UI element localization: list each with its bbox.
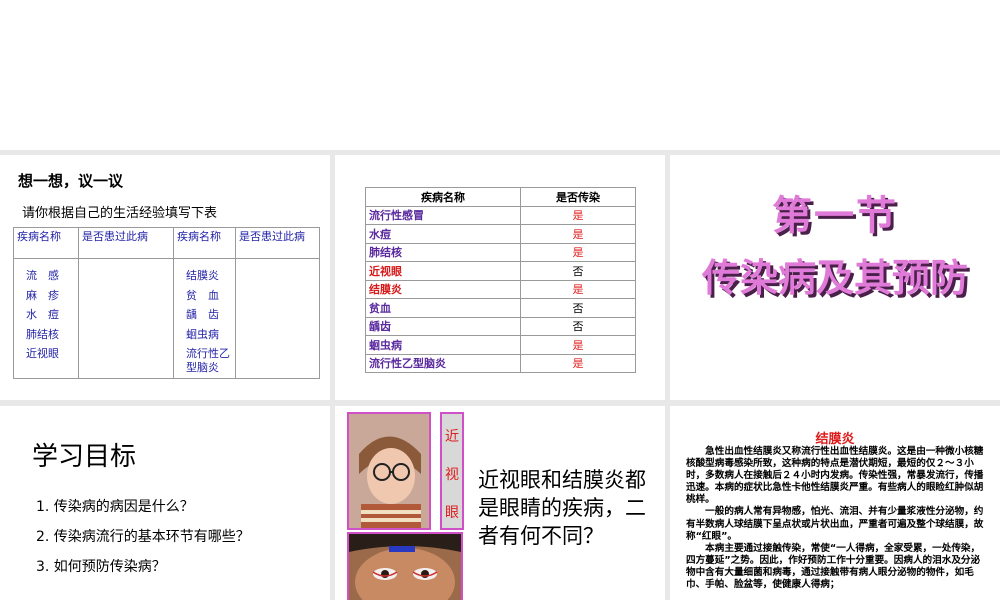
myopia-label-strip: 近 视 眼 xyxy=(440,412,464,530)
disease-name: 近视眼 xyxy=(365,261,521,281)
disease-name: 龋齿 xyxy=(365,316,521,336)
contagious-value: 是 xyxy=(520,353,636,373)
contagious-value: 否 xyxy=(520,261,636,281)
slide-5-thumbnail[interactable]: 近 视 眼 近视眼和结膜炎都是眼睛的疾病，二者有何不同？ xyxy=(335,406,665,600)
contagious-table: 疾病名称 是否传染 流行性感冒是 水痘是 肺结核是 近视眼否 结膜炎是 贫血否 … xyxy=(365,187,636,373)
disease-list-left: 流 感 麻 疹 水 痘 肺结核 近视眼 xyxy=(13,258,79,379)
disease-name: 结膜炎 xyxy=(365,279,521,299)
list-item: 流行性乙型脑炎 xyxy=(186,347,230,374)
disease-name: 水痘 xyxy=(365,224,521,244)
section-number: 第一节 xyxy=(772,192,898,239)
conjunctivitis-text: 急性出血性结膜炎又称流行性出血性结膜炎。这是由一种微小核糖核酸型病毒感染所致，这… xyxy=(686,446,986,591)
table-row: 流行性感冒是 xyxy=(365,205,636,225)
answer-cell xyxy=(78,258,174,379)
table-row: 蛔虫病是 xyxy=(365,335,636,355)
blank-area xyxy=(0,0,1000,150)
section-title: 传染病及其预防 xyxy=(701,255,968,300)
disease-name: 流行性乙型脑炎 xyxy=(365,353,521,373)
table-header: 疾病名称 xyxy=(365,187,521,207)
table-header: 是否患过此病 xyxy=(78,227,174,259)
list-item: 蛔虫病 xyxy=(186,327,219,341)
slide-title: 想一想，议一议 xyxy=(18,172,124,190)
disease-name: 流行性感冒 xyxy=(365,205,521,225)
list-item: 流 感 xyxy=(26,269,59,282)
paragraph: 一般的病人常有异物感，怕光、流泪、并有少量浆液性分泌物，约有半数病人球结膜下呈点… xyxy=(686,506,984,542)
list-item: 龋 齿 xyxy=(186,308,219,321)
slide-1-thumbnail[interactable]: 想一想，议一议 请你根据自己的生活经验填写下表 疾病名称 是否患过此病 疾病名称… xyxy=(0,155,330,400)
question-item: 2. 传染病流行的基本环节有哪些？ xyxy=(36,529,250,545)
list-item: 肺结核 xyxy=(26,327,59,341)
table-row: 龋齿否 xyxy=(365,316,636,336)
contagious-value: 是 xyxy=(520,242,636,262)
red-eye-face-image xyxy=(347,532,463,600)
answer-cell xyxy=(235,258,320,379)
learning-goals-heading: 学习目标 xyxy=(32,442,137,472)
list-item: 近视眼 xyxy=(26,347,59,360)
table-header: 疾病名称 xyxy=(13,227,79,259)
question-item: 3. 如何预防传染病？ xyxy=(36,559,166,575)
comparison-question: 近视眼和结膜炎都是眼睛的疾病，二者有何不同？ xyxy=(478,468,646,548)
table-row: 贫血否 xyxy=(365,298,636,318)
table-header: 疾病名称 xyxy=(173,227,236,259)
list-item: 麻 疹 xyxy=(26,288,59,302)
table-header: 是否患过此病 xyxy=(235,227,320,259)
contagious-value: 否 xyxy=(520,298,636,318)
disease-list-right: 结膜炎 贫 血 龋 齿 蛔虫病 流行性乙型脑炎 xyxy=(173,258,236,379)
table-row: 结膜炎是 xyxy=(365,279,636,299)
contagious-value: 是 xyxy=(520,279,636,299)
table-row: 流行性乙型脑炎是 xyxy=(365,353,636,373)
list-item: 结膜炎 xyxy=(186,269,219,282)
disease-name: 肺结核 xyxy=(365,242,521,262)
child-with-glasses-image xyxy=(347,412,431,530)
slide-subtitle: 请你根据自己的生活经验填写下表 xyxy=(22,206,218,221)
table-row: 肺结核是 xyxy=(365,242,636,262)
contagious-value: 是 xyxy=(520,335,636,355)
list-item: 贫 血 xyxy=(186,288,219,302)
table-header: 是否传染 xyxy=(520,187,636,207)
paragraph: 本病主要通过接触传染，常使“一人得病，全家受累，一处传染，四方蔓延”之势。因此，… xyxy=(686,542,981,591)
question-item: 1. 传染病的病因是什么？ xyxy=(36,499,194,515)
contagious-value: 是 xyxy=(520,205,636,225)
disease-name: 贫血 xyxy=(365,298,521,318)
slide-6-thumbnail[interactable]: 结膜炎 急性出血性结膜炎又称流行性出血性结膜炎。这是由一种微小核糖核酸型病毒感染… xyxy=(670,406,1000,600)
conjunctivitis-title: 结膜炎 xyxy=(815,432,855,447)
table-row: 水痘是 xyxy=(365,224,636,244)
disease-name: 蛔虫病 xyxy=(365,335,521,355)
list-item: 水 痘 xyxy=(26,308,59,321)
contagious-value: 否 xyxy=(520,316,636,336)
table-row: 近视眼否 xyxy=(365,261,636,281)
slide-4-thumbnail[interactable]: 学习目标 1. 传染病的病因是什么？ 2. 传染病流行的基本环节有哪些？ 3. … xyxy=(0,406,330,600)
paragraph: 急性出血性结膜炎又称流行性出血性结膜炎。这是由一种微小核糖核酸型病毒感染所致，这… xyxy=(686,446,984,506)
contagious-value: 是 xyxy=(520,224,636,244)
slide-3-thumbnail[interactable]: 第一节 传染病及其预防 xyxy=(670,155,1000,400)
fill-in-table: 疾病名称 是否患过此病 疾病名称 是否患过此病 流 感 麻 疹 水 痘 肺结核 … xyxy=(13,227,320,379)
